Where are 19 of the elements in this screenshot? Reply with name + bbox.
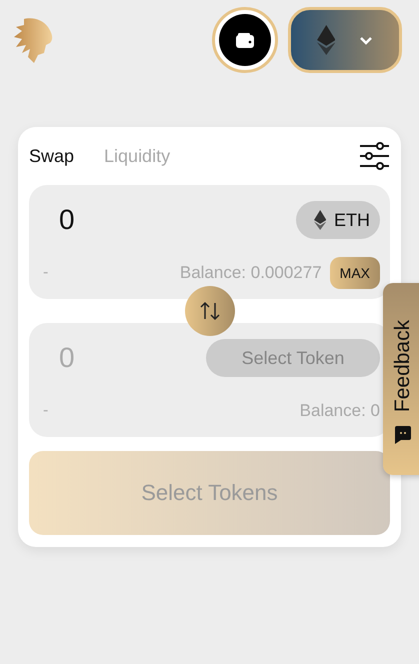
wallet-icon — [236, 32, 254, 48]
balance-text: Balance: 0.000277 — [180, 263, 322, 283]
amount-input[interactable]: 0 — [43, 204, 179, 236]
swap-arrows-icon — [198, 299, 220, 323]
token-selector[interactable]: ETH — [296, 201, 380, 239]
amount-input[interactable]: 0 — [43, 342, 179, 374]
settings-button[interactable] — [359, 142, 390, 170]
settings-icon — [359, 142, 390, 170]
usd-value: - — [43, 402, 48, 420]
tab[interactable]: Swap — [29, 146, 74, 166]
usd-value: - — [43, 264, 48, 282]
max-button[interactable]: MAX — [330, 257, 380, 289]
feedback-tab[interactable]: Feedback — [383, 283, 419, 475]
network-selector[interactable] — [288, 7, 402, 73]
ethereum-icon — [316, 25, 336, 55]
balance-text: Balance: 0 — [300, 401, 380, 421]
chat-icon — [395, 426, 411, 444]
chevron-down-icon — [359, 36, 374, 44]
ethereum-icon — [314, 210, 326, 230]
